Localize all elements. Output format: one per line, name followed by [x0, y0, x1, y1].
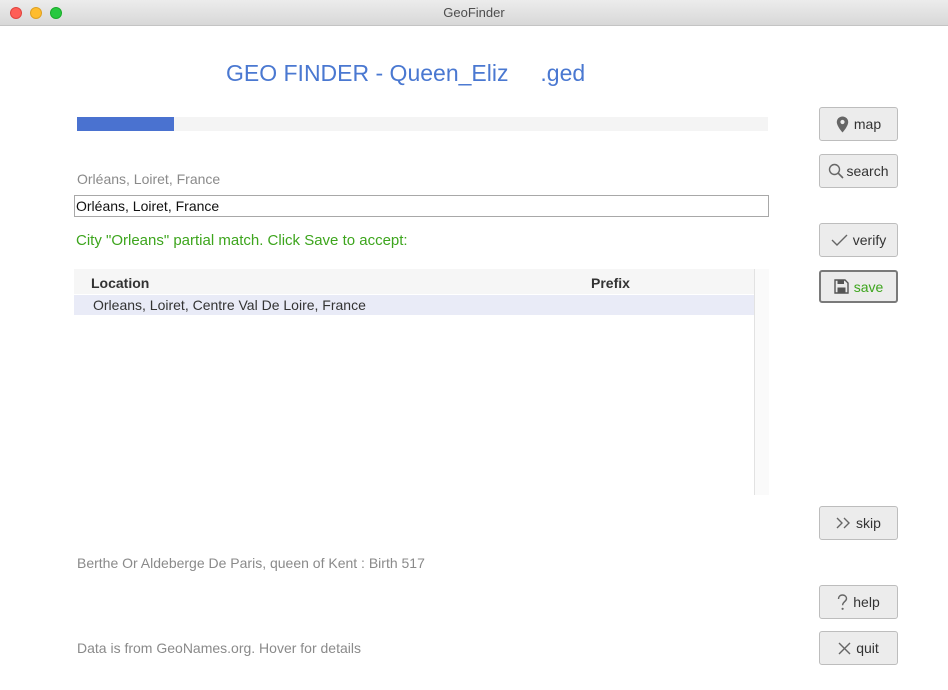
row-location-cell: Orleans, Loiret, Centre Val De Loire, Fr…	[93, 297, 366, 313]
results-table: Location Prefix Orleans, Loiret, Centre …	[74, 269, 769, 495]
table-row[interactable]: Orleans, Loiret, Centre Val De Loire, Fr…	[74, 295, 754, 315]
map-button-label: map	[853, 116, 882, 132]
checkmark-icon	[831, 234, 848, 246]
save-button-label: save	[853, 278, 884, 295]
question-mark-icon	[837, 593, 848, 611]
floppy-disk-icon	[834, 279, 849, 294]
title-bar: GeoFinder	[0, 0, 948, 26]
table-header: Location Prefix	[74, 269, 754, 294]
window-title: GeoFinder	[443, 5, 505, 20]
original-place-label: Orléans, Loiret, France	[77, 171, 221, 187]
progress-bar	[77, 117, 768, 131]
save-button[interactable]: save	[819, 270, 898, 303]
map-pin-icon	[836, 116, 849, 133]
skip-button-label: skip	[856, 515, 881, 531]
search-button[interactable]: search	[819, 154, 898, 188]
quit-button-label: quit	[856, 640, 879, 656]
quit-button[interactable]: quit	[819, 631, 898, 665]
skip-button[interactable]: skip	[819, 506, 898, 540]
help-button[interactable]: help	[819, 585, 898, 619]
x-icon	[838, 642, 851, 655]
search-button-label: search	[846, 163, 889, 179]
help-button-label: help	[853, 594, 880, 610]
person-info-text: Berthe Or Aldeberge De Paris, queen of K…	[77, 555, 425, 571]
column-header-prefix[interactable]: Prefix	[591, 275, 630, 291]
magnifier-icon	[828, 163, 845, 179]
app-title: GEO FINDER - Queen_Eliz .ged	[226, 60, 586, 86]
verify-button-label: verify	[852, 232, 887, 248]
map-button[interactable]: map	[819, 107, 898, 141]
status-message: City "Orleans" partial match. Click Save…	[76, 232, 408, 249]
verify-button[interactable]: verify	[819, 223, 898, 257]
place-input[interactable]	[74, 195, 769, 217]
column-header-location[interactable]: Location	[91, 275, 149, 291]
table-scrollbar[interactable]	[754, 269, 769, 495]
progress-bar-fill	[77, 117, 174, 131]
double-chevron-right-icon	[836, 517, 851, 529]
data-source-credit[interactable]: Data is from GeoNames.org. Hover for det…	[77, 640, 361, 656]
